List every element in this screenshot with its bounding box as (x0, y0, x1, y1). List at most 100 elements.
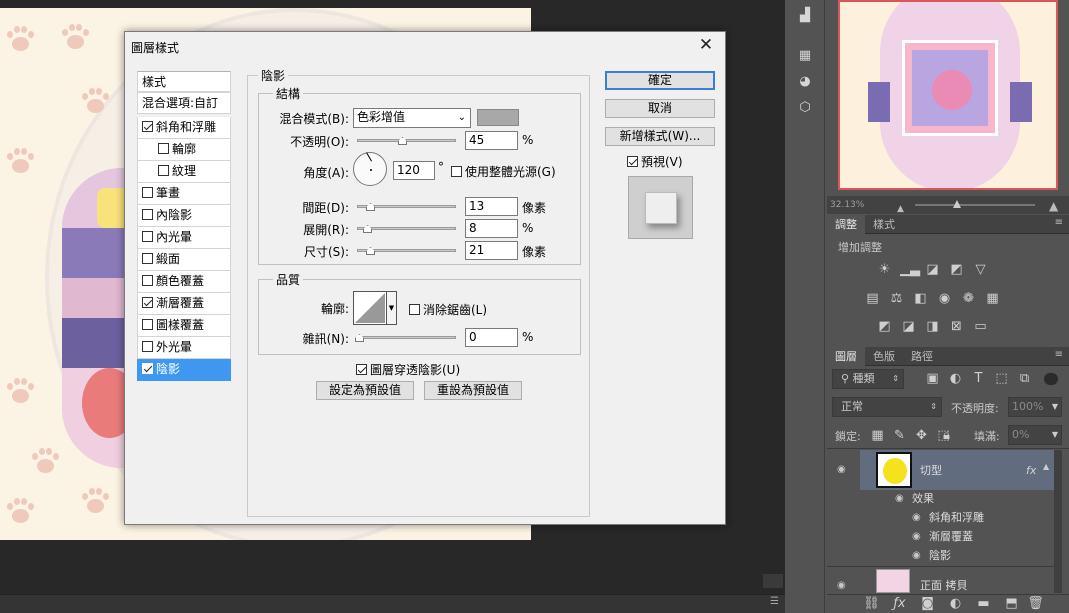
layer-opacity-field[interactable]: 100% ▼ (1008, 397, 1062, 417)
black-white-icon[interactable]: ◧ (912, 292, 929, 306)
knockout-checkbox[interactable]: 圖層穿透陰影(U) (356, 361, 460, 378)
style-item[interactable]: 紋理 (137, 161, 231, 183)
filter-adjustment-icon[interactable]: ◐ (947, 372, 964, 386)
threshold-icon[interactable]: ◨ (924, 320, 941, 334)
selective-color-icon[interactable]: ⊠ (948, 320, 965, 334)
checkbox[interactable] (142, 253, 153, 264)
opacity-slider[interactable] (357, 137, 456, 145)
lock-transparency-icon[interactable]: ▦ (869, 429, 886, 443)
checkbox[interactable] (627, 156, 638, 167)
mask-icon[interactable]: ◙ (919, 597, 936, 611)
new-style-button[interactable]: 新增樣式(W)... (605, 127, 715, 146)
effect-bevel[interactable]: 斜角和浮雕 (929, 508, 1029, 527)
ok-button[interactable]: 確定 (605, 71, 715, 90)
adjustment-layer-icon[interactable]: ◐ (947, 597, 964, 611)
reset-default-button[interactable]: 重設為預設值 (424, 381, 522, 400)
set-default-button[interactable]: 設定為預設值 (316, 381, 414, 400)
filter-shape-icon[interactable]: ⬚ (993, 372, 1010, 386)
scrollbar-thumb[interactable] (763, 574, 783, 588)
visibility-eye-icon[interactable]: ◉ (912, 550, 921, 561)
style-item[interactable]: 漸層覆蓋 (137, 293, 231, 315)
blend-options-item[interactable]: 混合選項:自訂 (137, 92, 231, 114)
panel-menu-icon[interactable]: ≡ (1055, 349, 1063, 360)
vibrance-icon[interactable]: ▽ (972, 263, 989, 277)
opacity-slider-thumb[interactable] (398, 137, 407, 145)
style-item[interactable]: 陰影 (137, 359, 231, 381)
curves-icon[interactable]: ◪ (924, 263, 941, 277)
layer-thumbnail[interactable] (876, 452, 912, 488)
panel-menu-icon[interactable]: ≡ (1055, 217, 1063, 228)
effects-label[interactable]: 效果 (912, 489, 992, 508)
blend-mode-select[interactable]: 正常 ⇕ (832, 397, 942, 417)
exposure-icon[interactable]: ◩ (948, 263, 965, 277)
photo-filter-icon[interactable]: ◉ (936, 292, 953, 306)
filter-smart-icon[interactable]: ⧉ (1016, 372, 1033, 386)
layer-name[interactable]: 正面 拷貝 (920, 576, 1020, 595)
lock-position-icon[interactable]: ✥ (913, 429, 930, 443)
tab-paths[interactable]: 路徑 (903, 347, 941, 366)
visibility-eye-icon[interactable]: ◉ (912, 531, 921, 542)
style-item[interactable]: 輪廓 (137, 139, 231, 161)
chevron-down-icon[interactable]: ▼ (1052, 398, 1058, 416)
visibility-eye-icon[interactable]: ◉ (837, 464, 846, 475)
folder-icon[interactable]: ▬ (975, 597, 992, 611)
spread-slider-thumb[interactable] (363, 225, 372, 233)
checkbox[interactable] (142, 297, 153, 308)
levels-icon[interactable]: ▁▃ (900, 263, 920, 277)
hue-saturation-icon[interactable]: ▤ (864, 292, 881, 306)
visibility-eye-icon[interactable]: ◉ (837, 580, 846, 591)
noise-slider-thumb[interactable] (355, 334, 364, 342)
anti-alias-checkbox[interactable]: 消除鋸齒(L) (409, 301, 487, 318)
trash-icon[interactable]: 🗑︎ (1027, 597, 1044, 611)
channel-mixer-icon[interactable]: ❁ (960, 292, 977, 306)
effect-drop-shadow[interactable]: 陰影 (929, 546, 1029, 565)
noise-slider[interactable] (355, 334, 456, 342)
navigator-thumbnail[interactable] (838, 0, 1058, 190)
style-item[interactable]: 斜角和浮雕 (137, 117, 231, 139)
layer-name[interactable]: 切型 (920, 461, 1000, 480)
tab-adjustments[interactable]: 調整 (827, 215, 865, 234)
color-lookup-icon[interactable]: ▦ (984, 292, 1001, 306)
palette-icon[interactable]: ◕ (794, 72, 816, 92)
filter-type-icon[interactable]: T (970, 372, 987, 386)
style-item[interactable]: 外光暈 (137, 337, 231, 359)
noise-field[interactable]: 0 (465, 328, 518, 347)
checkbox[interactable] (451, 166, 462, 177)
checkbox[interactable] (142, 363, 153, 374)
contour-dropdown-arrow-icon[interactable]: ▼ (387, 291, 397, 325)
checkbox[interactable] (409, 304, 420, 315)
tab-channels[interactable]: 色版 (865, 347, 903, 366)
tab-layers[interactable]: 圖層 (827, 347, 865, 366)
lock-all-icon[interactable]: 🔒︎ (938, 429, 955, 443)
color-balance-icon[interactable]: ⚖ (888, 292, 905, 306)
layer-fill-field[interactable]: 0% ▼ (1008, 425, 1062, 445)
new-layer-icon[interactable]: ⬒ (1003, 597, 1020, 611)
effect-gradient-overlay[interactable]: 漸層覆蓋 (929, 527, 1029, 546)
style-item[interactable]: 筆畫 (137, 183, 231, 205)
style-item[interactable]: 內陰影 (137, 205, 231, 227)
checkbox[interactable] (158, 165, 169, 176)
checkbox[interactable] (142, 319, 153, 330)
posterize-icon[interactable]: ◪ (900, 320, 917, 334)
zoom-slider[interactable] (915, 204, 1035, 206)
link-icon[interactable]: ⛓ (863, 597, 880, 611)
brightness-icon[interactable]: ☀ (876, 263, 893, 277)
style-item[interactable]: 顏色覆蓋 (137, 271, 231, 293)
spread-field[interactable]: 8 (465, 219, 518, 238)
checkbox[interactable] (142, 231, 153, 242)
cancel-button[interactable]: 取消 (605, 99, 715, 118)
gradient-map-icon[interactable]: ▭ (972, 320, 989, 334)
zoom-in-icon[interactable]: ▲ (1049, 197, 1058, 215)
fx-icon[interactable]: ƒx (891, 597, 908, 611)
opacity-field[interactable]: 45 (465, 131, 518, 150)
blend-mode-dropdown[interactable]: 色彩增值 ⌄ (353, 108, 471, 128)
style-item[interactable]: 緞面 (137, 249, 231, 271)
layer-filter-select[interactable]: ⚲ 種類 ⇕ (832, 369, 904, 389)
size-slider-thumb[interactable] (366, 247, 375, 255)
filter-toggle[interactable] (1044, 373, 1058, 385)
shadow-color-swatch[interactable] (477, 109, 519, 126)
visibility-eye-icon[interactable]: ◉ (912, 512, 921, 523)
swatches-icon[interactable]: ▦ (794, 46, 816, 66)
checkbox[interactable] (142, 187, 153, 198)
distance-field[interactable]: 13 (465, 197, 518, 216)
